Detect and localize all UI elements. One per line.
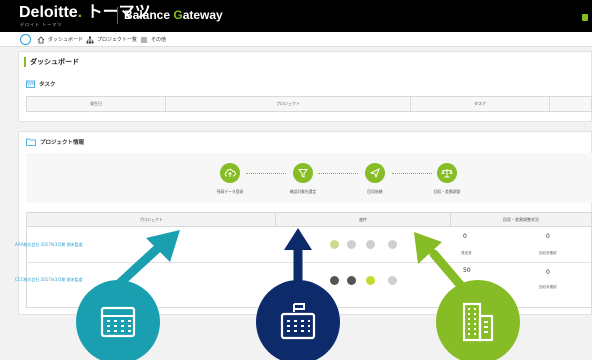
column-header[interactable]: プロジェクト	[27, 213, 276, 227]
step-label: 確認対象先選定	[289, 189, 317, 194]
step-select[interactable]	[293, 163, 313, 183]
nav-label: プロジェクト一覧	[97, 37, 138, 43]
nav-label: ダッシュボード	[48, 37, 84, 43]
send-icon	[370, 168, 380, 178]
nav-item-projects[interactable]: プロジェクト一覧	[86, 34, 137, 45]
task-table: 発生日 プロジェクト タスク	[26, 96, 592, 112]
column-header[interactable]: 回収・差異調整状況	[451, 213, 591, 227]
project-link[interactable]: AAA株式会社 2017年3月期 期末監査	[15, 242, 83, 248]
institution-building-icon	[256, 280, 340, 360]
unconfirmed-count-label: 回収未確認	[539, 285, 557, 289]
progress-step-done	[330, 240, 339, 249]
task-section-title: タスク	[39, 82, 56, 88]
nav-label: その他	[151, 37, 167, 43]
column-header[interactable]: 発生日	[27, 97, 165, 111]
tower-building-glyph	[462, 302, 494, 342]
page-title: ダッシュボード	[24, 57, 79, 67]
progress-step-done	[330, 276, 339, 285]
page-title-text: ダッシュボード	[30, 58, 79, 66]
logo-divider	[117, 7, 118, 24]
step-label: 回収依頼	[367, 189, 383, 194]
step-label: 回収・差異調整	[433, 189, 461, 194]
progress-step-pending	[366, 240, 375, 249]
unconfirmed-count-label: 回収未確認	[539, 251, 557, 255]
nav-item-other[interactable]: その他	[140, 34, 166, 45]
top-header: Deloitte. トーマツ デロイト トーマツ Balance Gateway	[0, 0, 592, 32]
project-section-title: プロジェクト情報	[40, 140, 85, 146]
step-connector	[246, 173, 286, 174]
org-chart-icon	[86, 36, 94, 43]
product-name-first: Balance	[124, 8, 174, 22]
page: Deloitte. トーマツ デロイト トーマツ Balance Gateway…	[0, 0, 592, 360]
main-nav: ダッシュボード プロジェクト一覧 その他	[0, 32, 592, 47]
column-header[interactable]: 進捗	[276, 213, 451, 227]
upload-cloud-icon	[224, 168, 236, 177]
progress-step-done	[347, 276, 356, 285]
step-connector	[392, 173, 432, 174]
scale-icon	[441, 169, 453, 178]
menu-icon	[141, 37, 147, 42]
step-request[interactable]	[365, 163, 385, 183]
institution-building-glyph	[280, 303, 316, 340]
step-upload[interactable]	[220, 163, 240, 183]
calendar-icon	[26, 80, 35, 88]
project-section-header: プロジェクト情報	[26, 138, 84, 146]
product-name-rest: ateway	[182, 8, 223, 22]
unconfirmed-count: 0	[546, 233, 550, 240]
office-building-glyph	[100, 306, 136, 338]
user-circle-icon[interactable]	[20, 34, 31, 45]
step-label: 残高データ登録	[216, 189, 244, 194]
trash-icon[interactable]	[582, 14, 588, 21]
column-divider	[549, 97, 550, 111]
office-building-icon	[76, 280, 160, 360]
title-accent-bar	[24, 57, 26, 67]
brand-name: Deloitte	[19, 4, 78, 21]
tower-building-icon	[436, 280, 520, 360]
project-link[interactable]: CCC株式会社 2017年3月期 期末監査	[15, 277, 83, 283]
brand-subtitle: デロイト トーマツ	[20, 22, 63, 27]
progress-step-pending	[347, 240, 356, 249]
product-name-g: G	[173, 8, 183, 22]
step-reconcile[interactable]	[437, 163, 457, 183]
progress-step-current	[366, 276, 375, 285]
column-header[interactable]: プロジェクト	[166, 97, 410, 111]
progress-step-pending	[388, 276, 397, 285]
progress-step-pending	[388, 240, 397, 249]
task-section-header: タスク	[26, 80, 56, 88]
product-name: Balance Gateway	[124, 7, 223, 23]
filter-icon	[298, 169, 308, 178]
home-icon	[37, 35, 45, 43]
step-connector	[318, 173, 358, 174]
nav-item-dashboard[interactable]: ダッシュボード	[37, 34, 83, 45]
column-header[interactable]: タスク	[411, 97, 549, 111]
folder-icon	[26, 138, 36, 146]
unconfirmed-count: 0	[546, 269, 550, 276]
